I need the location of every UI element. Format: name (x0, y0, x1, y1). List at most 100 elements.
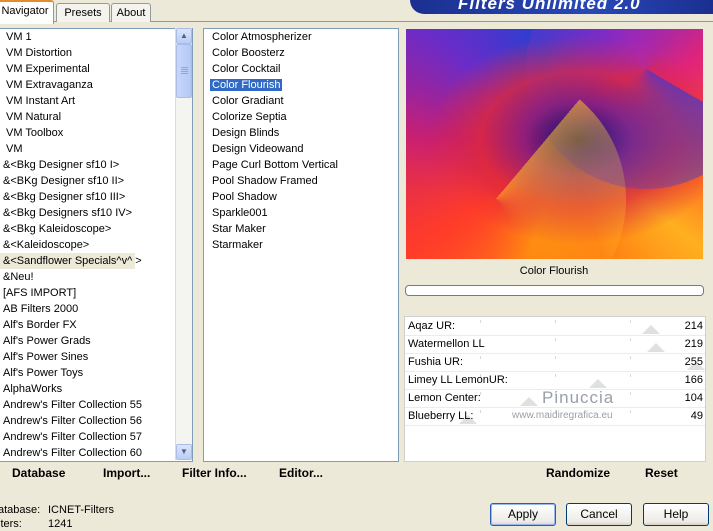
parameter-label: Aqaz UR: (408, 320, 456, 332)
parameter-value: 104 (684, 392, 703, 404)
category-item[interactable]: &<Bkg Designer sf10 III> (0, 189, 192, 205)
parameter-value: 49 (690, 410, 703, 422)
slider-thumb[interactable] (588, 379, 607, 388)
scroll-thumb[interactable] (176, 44, 192, 98)
tab-presets[interactable]: Presets (56, 3, 110, 22)
category-item[interactable]: &<Sandflower Specials^v^ > (0, 253, 142, 269)
parameter-value: 219 (684, 338, 703, 350)
category-list[interactable]: VM 1 VM Distortion VM Experimental VM Extra… (0, 28, 193, 462)
slider-thumb[interactable] (520, 397, 538, 406)
filter-list[interactable]: Color Atmospherizer Color Boosterz Color C… (203, 28, 399, 462)
category-item[interactable]: Alf's Power Sines (0, 349, 192, 365)
slider-thumb[interactable] (641, 325, 660, 334)
filter-item[interactable]: Color Atmospherizer (204, 29, 398, 45)
category-item[interactable]: &<Bkg Kaleidoscope> (0, 221, 192, 237)
parameter-slider[interactable]: Aqaz UR: 214 (405, 317, 705, 336)
category-item[interactable]: Andrew's Filter Collection 57 (0, 429, 192, 445)
category-item[interactable]: VM (0, 141, 192, 157)
category-item[interactable]: &<Bkg Designers sf10 IV> (0, 205, 192, 221)
filter-item[interactable]: Colorize Septia (204, 109, 398, 125)
category-item[interactable]: Andrew's Filter Collection 56 (0, 413, 192, 429)
database-button[interactable]: Database (12, 466, 65, 481)
category-item[interactable]: &<Bkg Designer sf10 I> (0, 157, 192, 173)
parameter-label: Blueberry LL: (408, 410, 474, 422)
category-item[interactable]: VM 1 (0, 29, 192, 45)
category-item[interactable]: Andrew's Filter Collection 60 (0, 445, 192, 461)
watermark-name: Pinuccia (542, 388, 615, 407)
filter-item[interactable]: Pool Shadow Framed (204, 173, 398, 189)
parameter-label: Lemon Center: (408, 392, 481, 404)
parameter-slider[interactable]: Watermellon LL 219 (405, 335, 705, 354)
filter-item-label: Colorize Septia (212, 111, 287, 123)
filter-item[interactable]: Design Blinds (204, 125, 398, 141)
category-item[interactable]: [AFS IMPORT] (0, 285, 192, 301)
category-item[interactable]: AlphaWorks (0, 381, 192, 397)
tab-about[interactable]: About (111, 3, 151, 22)
preview-image (406, 29, 703, 259)
filter-item[interactable]: Star Maker (204, 221, 398, 237)
parameter-label: Watermellon LL (408, 338, 485, 350)
database-label: atabase: (0, 504, 41, 516)
filter-info-button[interactable]: Filter Info... (182, 466, 247, 481)
filter-item-label: Pool Shadow Framed (212, 175, 318, 187)
category-scrollbar[interactable]: ▲ ▼ (175, 28, 192, 460)
category-item[interactable]: &<BKg Designer sf10 II> (0, 173, 192, 189)
filter-item-label: Page Curl Bottom Vertical (212, 159, 338, 171)
help-button[interactable]: Help (643, 503, 709, 526)
apply-button[interactable]: Apply (490, 503, 556, 526)
import-button[interactable]: Import... (103, 466, 150, 481)
randomize-button[interactable]: Randomize (546, 466, 610, 481)
tab-navigator[interactable]: Navigator (0, 0, 54, 24)
filter-item[interactable]: Starmaker (204, 237, 398, 253)
category-item[interactable]: VM Distortion (0, 45, 192, 61)
category-item[interactable]: Alf's Power Toys (0, 365, 192, 381)
filter-item[interactable]: Sparkle001 (204, 205, 398, 221)
progress-bar (405, 285, 704, 296)
category-item[interactable]: VM Experimental (0, 61, 192, 77)
category-item[interactable]: VM Natural (0, 109, 192, 125)
category-item[interactable]: VM Extravaganza (0, 77, 192, 93)
filter-item-label: Design Videowand (212, 143, 304, 155)
parameter-slider[interactable]: Fushia UR: 255 (405, 353, 705, 372)
category-item[interactable]: Andrew's Filter Collection 55 (0, 397, 192, 413)
app-banner: Filters Unlimited 2.0 (410, 0, 713, 14)
filter-item-label: Starmaker (212, 239, 263, 251)
parameter-value: 255 (684, 356, 703, 368)
category-items: VM 1 VM Distortion VM Experimental VM Extra… (0, 29, 192, 461)
filter-item-label: Design Blinds (212, 127, 280, 139)
filter-item[interactable]: Color Gradiant (204, 93, 398, 109)
reset-button[interactable]: Reset (645, 466, 678, 481)
category-item[interactable]: &<Kaleidoscope> (0, 237, 192, 253)
parameter-value: 214 (684, 320, 703, 332)
app-banner-title: Filters Unlimited 2.0 (458, 0, 641, 13)
filter-item-label: Star Maker (212, 223, 266, 235)
parameter-label: Limey LL LemonUR: (408, 374, 508, 386)
filters-count-value: 1241 (48, 518, 73, 530)
filter-item-label: Color Flourish (210, 79, 283, 91)
filter-item-label: Color Cocktail (212, 63, 281, 75)
category-item[interactable]: Alf's Power Grads (0, 333, 192, 349)
filter-item-label: Sparkle001 (212, 207, 268, 219)
filter-item[interactable]: Color Flourish (204, 77, 398, 93)
filter-item-label: Pool Shadow (212, 191, 277, 203)
filter-item[interactable]: Page Curl Bottom Vertical (204, 157, 398, 173)
filters-count-label: lters: (0, 518, 22, 530)
filter-item[interactable]: Color Cocktail (204, 61, 398, 77)
database-value: ICNET-Filters (48, 504, 114, 516)
category-item[interactable]: VM Toolbox (0, 125, 192, 141)
category-item[interactable]: VM Instant Art (0, 93, 192, 109)
category-item[interactable]: &Neu! (0, 269, 192, 285)
category-item[interactable]: Alf's Border FX (0, 317, 192, 333)
filter-item[interactable]: Design Videowand (204, 141, 398, 157)
filter-item-label: Color Gradiant (212, 95, 284, 107)
filter-item-label: Color Boosterz (212, 47, 285, 59)
scroll-down-icon[interactable]: ▼ (176, 444, 192, 460)
preview-title: Color Flourish (519, 265, 589, 277)
scroll-up-icon[interactable]: ▲ (176, 28, 192, 44)
filter-item[interactable]: Color Boosterz (204, 45, 398, 61)
parameter-label: Fushia UR: (408, 356, 464, 368)
cancel-button[interactable]: Cancel (566, 503, 632, 526)
filter-item[interactable]: Pool Shadow (204, 189, 398, 205)
category-item[interactable]: AB Filters 2000 (0, 301, 192, 317)
editor-button[interactable]: Editor... (279, 466, 323, 481)
